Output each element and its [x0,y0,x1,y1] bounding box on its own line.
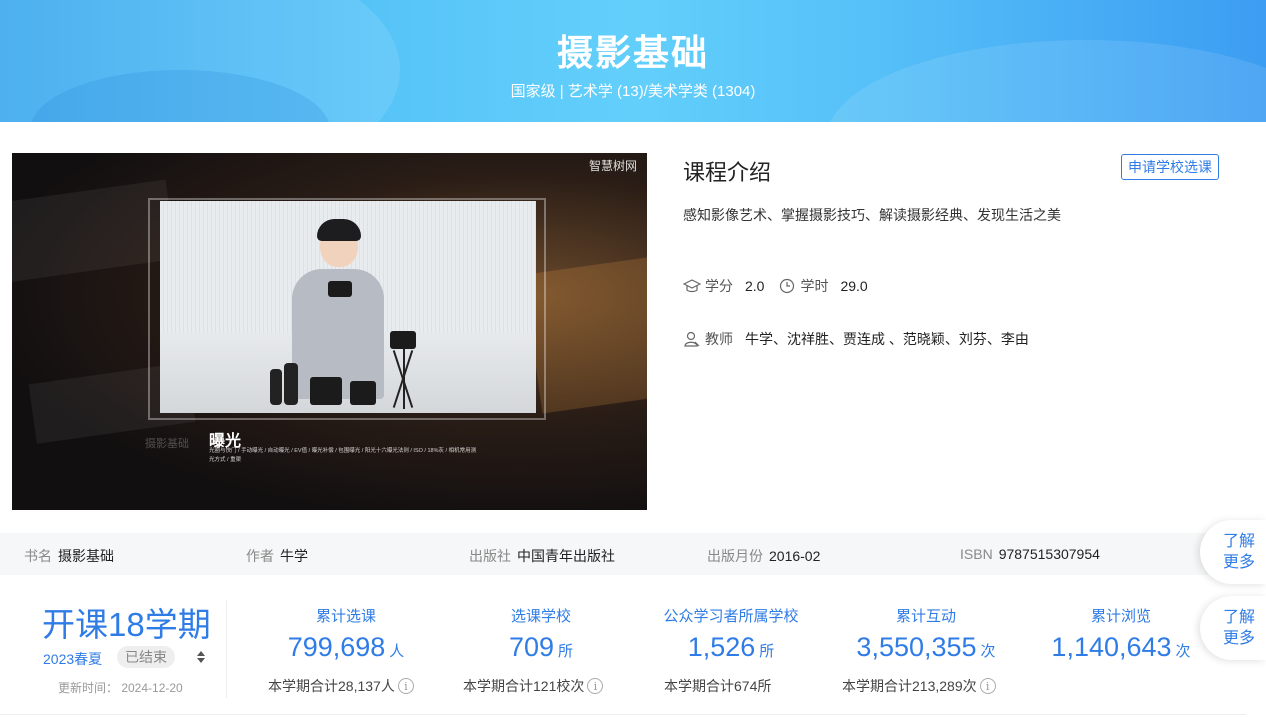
info-icon[interactable]: i [979,678,996,694]
stat-label: 公众学习者所属学校 [663,608,799,625]
stat-value: 709 [508,632,555,662]
learn-more-line1: 了解 [1223,609,1256,626]
book-publisher-label: 出版社 [469,548,511,564]
tripod-leg [403,349,405,409]
book-date-label: 出版月份 [707,548,763,564]
book-author-label: 作者 [246,548,274,564]
intro-description: 感知影像艺术、掌握摄影技巧、解读摄影经典、发现生活之美 [683,208,1061,224]
book-author-value: 牛学 [280,548,308,564]
book-isbn: ISBN 9787515307954 [960,546,1100,562]
credit-label: 学分 [705,278,733,294]
tripod-camera [390,331,416,349]
stat-total-enrollment: 累计选课 799,698 人 [260,605,432,663]
teacher-row: 教师 牛学、沈祥胜、贾连成 、范晓颖、刘芬、李由 [683,329,1043,349]
book-name-label: 书名 [24,548,52,564]
clock-icon [778,277,796,295]
book-publisher: 出版社 中国青年出版社 [469,546,615,566]
update-time: 更新时间： 2024-12-20 [58,681,183,695]
camera-body [310,377,342,405]
stat-schools: 选课学校 709 所 [455,605,627,663]
teacher-names: 牛学、沈祥胜、贾连成 、范晓颖、刘芬、李由 [745,331,1029,347]
book-date-value: 2016-02 [769,548,821,564]
user-icon [683,330,701,348]
book-name-value: 摄影基础 [58,548,114,564]
stat-value: 799,698 [287,632,386,662]
stat-unit: 次 [980,643,996,660]
term-season: 2023春夏 [43,651,103,667]
stat-footer-text: 本学期合计674所 [664,678,772,694]
hours-value: 29.0 [840,278,868,294]
teacher-label: 教师 [705,331,733,347]
handheld-camera [328,281,352,297]
stat-footer: 本学期合计121校次 i [463,676,604,696]
info-icon[interactable]: i [587,678,604,694]
section-divider [0,714,1246,715]
stat-label: 累计选课 [315,608,376,625]
term-count-headline: 开课18学期 [42,606,211,643]
course-banner: 摄影基础 国家级 | 艺术学 (13)/美术学类 (1304) [0,0,1266,122]
info-icon[interactable]: i [397,678,414,694]
presenter-hair [317,219,361,241]
credit-value: 2.0 [745,278,765,294]
book-name: 书名 摄影基础 [24,546,114,566]
learn-more-button[interactable]: 了解 更多 [1200,520,1266,584]
apply-school-course-button[interactable]: 申请学校选课 [1121,154,1219,180]
stat-unit: 所 [558,643,574,660]
textbook-info-bar: 书名 摄影基础 作者 牛学 出版社 中国青年出版社 出版月份 2016-02 ISBN 9… [0,533,1246,575]
video-watermark: 智慧树网 [588,159,637,173]
stat-public-learner-schools: 公众学习者所属学校 1,526 所 [650,605,812,663]
stat-footer-text: 本学期合计121校次 [463,678,585,694]
hours-label: 学时 [800,278,829,294]
stats-divider [226,600,227,698]
camera-body [350,381,376,405]
video-caption-ghost: 摄影基础 [145,438,189,450]
stat-interactions: 累计互动 3,550,355 次 [840,605,1012,663]
stat-value: 3,550,355 [856,632,977,662]
stat-value: 1,140,643 [1051,632,1172,662]
stat-footer: 本学期合计674所 [664,676,771,696]
camera-lens [284,363,298,405]
learn-more-line2: 更多 [1223,554,1256,571]
stat-footer: 本学期合计28,137人 i [268,676,414,696]
stat-label: 累计互动 [895,608,956,625]
book-publish-date: 出版月份 2016-02 [707,546,820,566]
credit-hours-row: 学分 2.0 学时 29.0 [683,276,882,296]
stat-footer-text: 本学期合计28,137人 [268,678,395,694]
stat-unit: 所 [759,643,775,660]
stat-unit: 次 [1175,643,1191,660]
camera-lens [270,369,282,405]
stat-footer-text: 本学期合计213,289次 [842,678,977,694]
stat-unit: 人 [389,643,405,660]
stat-value: 1,526 [687,632,756,662]
learn-more-button[interactable]: 了解 更多 [1200,596,1266,660]
book-isbn-label: ISBN [960,546,993,562]
stat-footer: 本学期合计213,289次 i [842,676,996,696]
intro-heading: 课程介绍 [683,160,772,185]
book-author: 作者 牛学 [246,546,308,566]
video-caption-detail: 光圈与快门 / 手动曝光 / 自动曝光 / EV值 / 曝光补偿 / 包围曝光 … [209,448,477,463]
course-category: 国家级 | 艺术学 (13)/美术学类 (1304) [510,83,756,100]
stat-label: 累计浏览 [1090,608,1151,625]
stat-label: 选课学校 [510,608,571,625]
learn-more-line1: 了解 [1223,533,1256,550]
stat-views: 累计浏览 1,140,643 次 [1035,605,1207,663]
term-status-badge: 已结束 [117,646,175,668]
course-video-player[interactable]: 智慧树网 摄影基础 曝光 光圈与快门 / 手动曝光 / 自动曝光 / EV值 /… [12,153,647,510]
sort-arrows-icon[interactable] [195,650,207,664]
learn-more-line2: 更多 [1223,630,1256,647]
course-title: 摄影基础 [556,32,709,73]
book-isbn-value: 9787515307954 [998,546,1100,562]
book-publisher-value: 中国青年出版社 [517,548,615,564]
graduation-cap-icon [683,277,701,295]
